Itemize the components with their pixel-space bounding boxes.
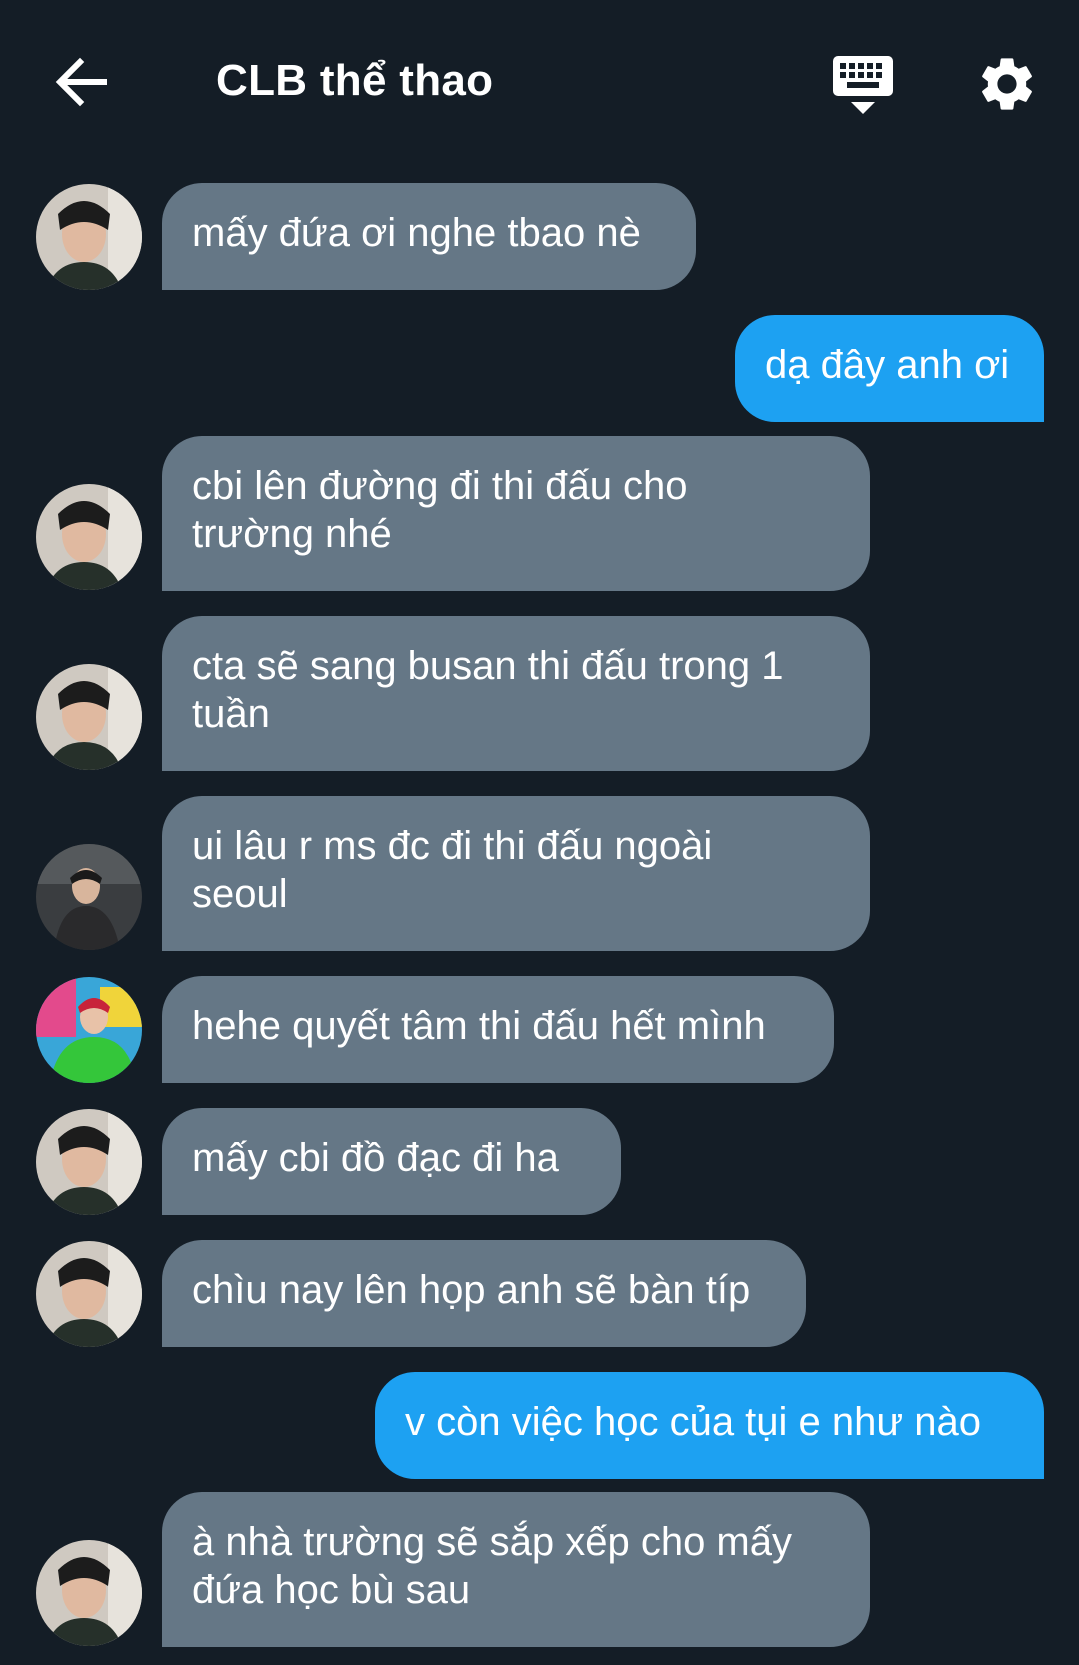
message-bubble-outgoing: dạ đây anh ơi: [735, 315, 1044, 422]
avatar[interactable]: [36, 184, 142, 290]
avatar[interactable]: [36, 1109, 142, 1215]
avatar[interactable]: [36, 664, 142, 770]
message-bubble-incoming: chìu nay lên họp anh sẽ bàn típ: [162, 1240, 806, 1347]
back-button[interactable]: [52, 52, 112, 112]
settings-button[interactable]: [975, 52, 1039, 116]
message-bubble-outgoing: v còn việc học của tụi e như nào: [375, 1372, 1044, 1479]
message-bubble-incoming: mấy đứa ơi nghe tbao nè: [162, 183, 696, 290]
message-bubble-incoming: mấy cbi đồ đạc đi ha: [162, 1108, 621, 1215]
keyboard-button[interactable]: [830, 54, 896, 118]
arrow-left-icon: [55, 57, 107, 107]
message-bubble-incoming: hehe quyết tâm thi đấu hết mình: [162, 976, 834, 1083]
chat-title: CLB thể thao: [216, 56, 494, 105]
gear-icon: [982, 58, 1032, 110]
avatar[interactable]: [36, 484, 142, 590]
avatar[interactable]: [36, 1241, 142, 1347]
keyboard-icon: [833, 56, 893, 114]
chat-header: CLB thể thao: [0, 0, 1079, 170]
message-bubble-incoming: cbi lên đường đi thi đấu cho trường nhé: [162, 436, 870, 591]
avatar[interactable]: [36, 844, 142, 950]
message-bubble-incoming: cta sẽ sang busan thi đấu trong 1 tuần: [162, 616, 870, 771]
avatar[interactable]: [36, 1540, 142, 1646]
message-bubble-incoming: ui lâu r ms đc đi thi đấu ngoài seoul: [162, 796, 870, 951]
message-bubble-incoming: à nhà trường sẽ sắp xếp cho mấy đứa học …: [162, 1492, 870, 1647]
avatar[interactable]: [36, 977, 142, 1083]
